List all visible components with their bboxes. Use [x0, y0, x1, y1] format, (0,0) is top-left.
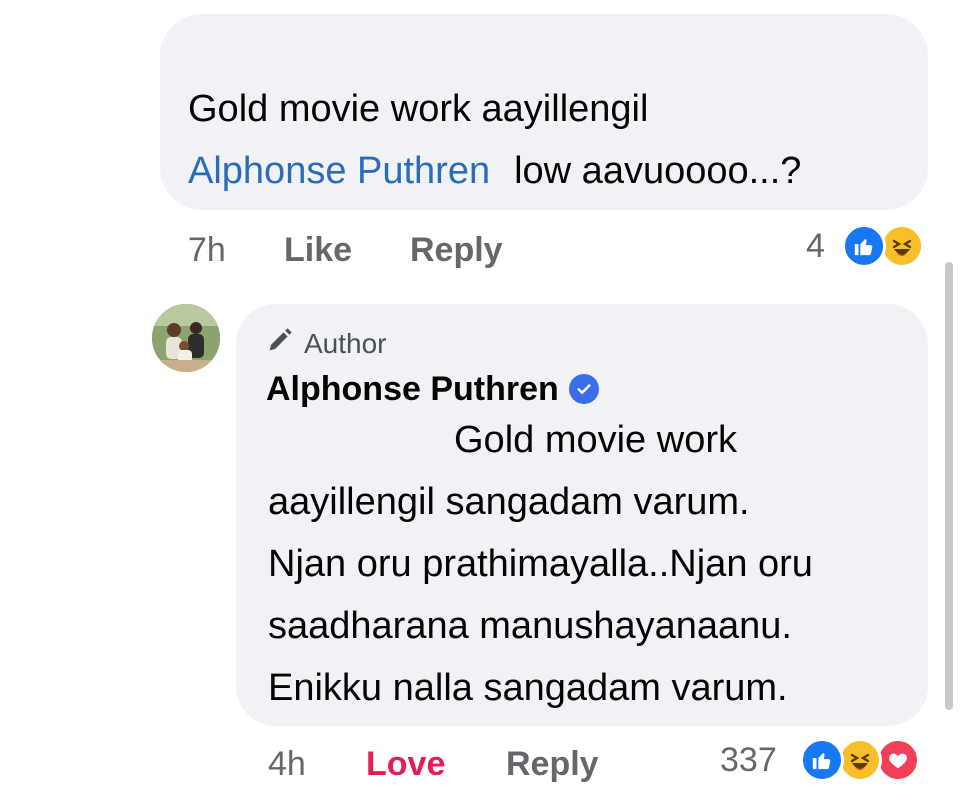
reply-text-line3: Njan oru prathimayalla..Njan oru: [268, 543, 813, 585]
like-button[interactable]: Like: [284, 230, 352, 270]
reply-timestamp[interactable]: 4h: [268, 744, 306, 784]
reaction-count-2[interactable]: 337: [720, 740, 777, 780]
avatar[interactable]: [152, 304, 220, 372]
reply-text-line4: saadharana manushayanaanu.: [268, 605, 792, 647]
scrollbar[interactable]: [945, 262, 953, 710]
reaction-count[interactable]: 4: [806, 226, 825, 266]
reply-button-2[interactable]: Reply: [506, 744, 599, 784]
love-button[interactable]: Love: [366, 744, 445, 784]
mention-link[interactable]: Alphonse Puthren: [188, 150, 490, 192]
like-icon: [800, 738, 844, 782]
reply-button[interactable]: Reply: [410, 230, 503, 270]
reply-text-line1: Gold movie work: [454, 419, 737, 461]
author-badge: Author: [266, 326, 387, 362]
comment-text-line2: Alphonse Puthren low aavuoooo...?: [188, 148, 801, 194]
author-badge-label: Author: [304, 328, 387, 359]
comment-timestamp[interactable]: 7h: [188, 230, 226, 270]
reply-text-line2: aayillengil sangadam varum.: [268, 481, 750, 523]
author-name-row: Alphonse Puthren: [266, 368, 599, 410]
haha-icon: [880, 224, 924, 268]
reply-text-line5: Enikku nalla sangadam varum.: [268, 667, 788, 709]
verified-icon: [568, 374, 599, 404]
author-name[interactable]: Alphonse Puthren: [266, 368, 559, 410]
love-icon: [876, 738, 920, 782]
like-icon: [842, 224, 886, 268]
comment-text-line1: Gold movie work aayillengil: [188, 88, 649, 130]
haha-icon: [838, 738, 882, 782]
comment-text-tail: low aavuoooo...?: [514, 150, 802, 192]
pencil-icon: [266, 326, 294, 362]
